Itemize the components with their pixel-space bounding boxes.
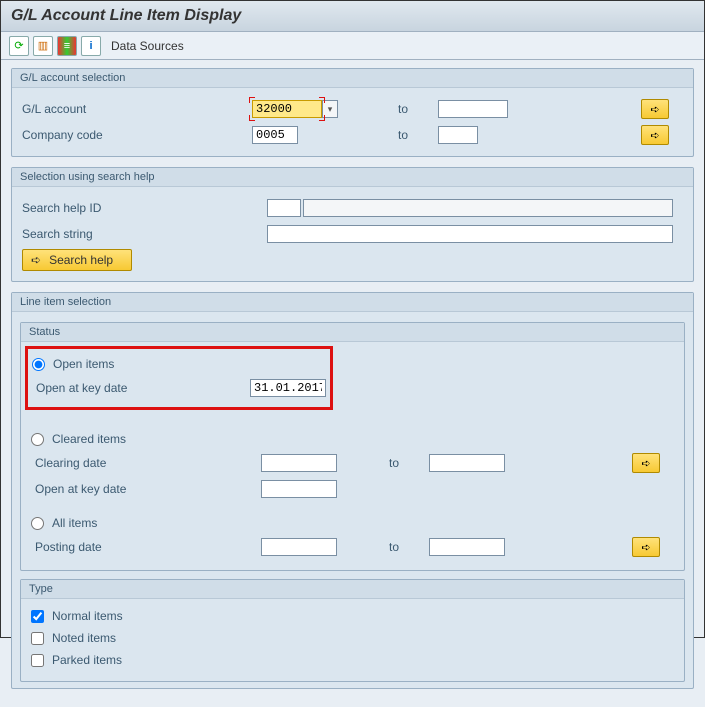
all-items-radio[interactable] bbox=[31, 517, 44, 530]
highlight-open-items: Open items Open at key date bbox=[25, 346, 333, 410]
normal-items-checkbox[interactable] bbox=[31, 610, 44, 623]
posting-date-to-input[interactable] bbox=[429, 538, 505, 556]
company-code-from-input[interactable] bbox=[252, 126, 298, 144]
search-help-id-desc bbox=[303, 199, 673, 217]
cleared-items-radio[interactable] bbox=[31, 433, 44, 446]
gl-account-label: G/L account bbox=[22, 102, 252, 116]
normal-items-label: Normal items bbox=[52, 609, 123, 623]
noted-items-checkbox[interactable] bbox=[31, 632, 44, 645]
parked-items-label: Parked items bbox=[52, 653, 122, 667]
cleared-open-key-input[interactable] bbox=[261, 480, 337, 498]
clearing-date-range-button[interactable]: ➪ bbox=[632, 453, 660, 473]
search-help-id-label: Search help ID bbox=[22, 201, 267, 215]
gl-account-to-input[interactable] bbox=[438, 100, 508, 118]
posting-date-from-input[interactable] bbox=[261, 538, 337, 556]
open-items-radio[interactable] bbox=[32, 358, 45, 371]
variant-icon[interactable]: ▥ bbox=[33, 36, 53, 56]
all-items-label: All items bbox=[52, 516, 97, 530]
status-group: Status Open items Open at key date bbox=[20, 322, 685, 571]
gl-account-range-button[interactable]: ➪ bbox=[641, 99, 669, 119]
page-title: G/L Account Line Item Display bbox=[1, 1, 704, 32]
gl-account-to-label: to bbox=[398, 102, 438, 116]
search-help-id-input[interactable] bbox=[267, 199, 301, 217]
line-item-selection-title: Line item selection bbox=[12, 293, 693, 312]
line-item-selection-group: Line item selection Status Open items Op… bbox=[11, 292, 694, 689]
company-code-label: Company code bbox=[22, 128, 252, 142]
search-help-button-label: Search help bbox=[49, 253, 113, 267]
company-code-to-input[interactable] bbox=[438, 126, 478, 144]
open-key-date-label: Open at key date bbox=[32, 381, 250, 395]
status-title: Status bbox=[21, 323, 684, 342]
clearing-date-to-label: to bbox=[389, 456, 429, 470]
open-items-label: Open items bbox=[53, 357, 114, 371]
search-string-input[interactable] bbox=[267, 225, 673, 243]
posting-date-to-label: to bbox=[389, 540, 429, 554]
search-help-button[interactable]: ➪ Search help bbox=[22, 249, 132, 271]
info-icon[interactable]: i bbox=[81, 36, 101, 56]
open-key-date-input[interactable] bbox=[250, 379, 326, 397]
noted-items-label: Noted items bbox=[52, 631, 116, 645]
search-string-label: Search string bbox=[22, 227, 267, 241]
gl-account-selection-group: G/L account selection G/L account ▾ to ➪… bbox=[11, 68, 694, 157]
search-help-title: Selection using search help bbox=[12, 168, 693, 187]
clearing-date-from-input[interactable] bbox=[261, 454, 337, 472]
gl-account-from-input[interactable] bbox=[252, 100, 322, 118]
cleared-open-key-label: Open at key date bbox=[31, 482, 261, 496]
execute-icon[interactable]: ⟳ bbox=[9, 36, 29, 56]
company-code-range-button[interactable]: ➪ bbox=[641, 125, 669, 145]
arrow-right-icon: ➪ bbox=[31, 253, 41, 267]
select-icon[interactable]: ≡ bbox=[57, 36, 77, 56]
company-code-to-label: to bbox=[398, 128, 438, 142]
cleared-items-label: Cleared items bbox=[52, 432, 126, 446]
type-title: Type bbox=[21, 580, 684, 599]
clearing-date-to-input[interactable] bbox=[429, 454, 505, 472]
clearing-date-label: Clearing date bbox=[31, 456, 261, 470]
type-group: Type Normal items Noted items Parked ite… bbox=[20, 579, 685, 682]
search-help-group: Selection using search help Search help … bbox=[11, 167, 694, 282]
posting-date-range-button[interactable]: ➪ bbox=[632, 537, 660, 557]
posting-date-label: Posting date bbox=[31, 540, 261, 554]
data-sources-label[interactable]: Data Sources bbox=[111, 39, 184, 53]
gl-account-selection-title: G/L account selection bbox=[12, 69, 693, 88]
parked-items-checkbox[interactable] bbox=[31, 654, 44, 667]
toolbar: ⟳ ▥ ≡ i Data Sources bbox=[1, 32, 704, 60]
